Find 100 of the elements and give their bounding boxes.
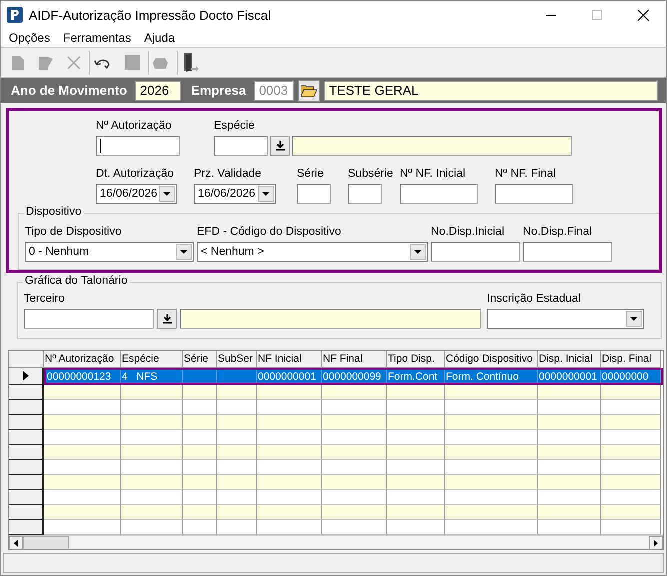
input-field[interactable]	[96, 136, 180, 156]
column-header[interactable]: Espécie	[121, 351, 183, 368]
caret-icon	[163, 192, 171, 196]
scroll-left-button[interactable]	[9, 536, 23, 549]
column-header[interactable]: NF Inicial	[257, 351, 322, 368]
description-field[interactable]	[180, 309, 481, 329]
field-label: Subsérie	[348, 168, 394, 182]
exit-door-icon[interactable]	[182, 52, 200, 74]
left-arrow-icon	[14, 540, 18, 546]
open-folder-button[interactable]	[298, 80, 320, 102]
table-cell	[601, 475, 661, 490]
input-field[interactable]	[400, 184, 478, 204]
field-label: Espécie	[214, 120, 256, 134]
year-field[interactable]: 2026	[135, 80, 182, 100]
dropdown[interactable]	[487, 309, 644, 329]
table-cell	[257, 415, 322, 430]
field-label: Nº Autorização	[96, 120, 173, 134]
input-field[interactable]	[24, 309, 154, 329]
row-header[interactable]	[9, 430, 44, 445]
field-label: Prz. Validade	[194, 168, 263, 182]
table-cell	[121, 385, 183, 400]
field-label: Ano de Movimento	[10, 83, 128, 98]
field-label: Terceiro	[24, 293, 66, 307]
table-cell	[538, 445, 601, 460]
dropdown[interactable]: < Nenhum >	[197, 242, 428, 262]
dropdown[interactable]: 16/06/2026	[96, 184, 177, 204]
table-cell	[601, 505, 661, 520]
scroll-right-button[interactable]	[649, 536, 663, 549]
field-label: Dt. Autorização	[96, 168, 175, 182]
input-field[interactable]	[523, 242, 612, 262]
caret-icon	[630, 317, 638, 321]
column-header[interactable]: SubSer	[217, 351, 257, 368]
column-header[interactable]: Série	[183, 351, 217, 368]
table-cell	[601, 445, 661, 460]
table-cell	[183, 415, 217, 430]
row-pointer-icon	[22, 371, 28, 381]
folder-icon	[301, 84, 318, 98]
menu-item[interactable]: Ajuda	[136, 31, 180, 45]
menu-item[interactable]: Ferramentas	[55, 31, 136, 45]
description-field[interactable]	[292, 136, 572, 156]
table-cell	[257, 385, 322, 400]
scrollbar-thumb[interactable]	[23, 536, 69, 549]
table-cell: 0000000001	[538, 370, 601, 383]
field-label: Nº NF. Inicial	[400, 168, 467, 182]
table-cell	[601, 415, 661, 430]
table-cell	[217, 505, 257, 520]
close-icon[interactable]	[638, 10, 648, 20]
company-name-field[interactable]: TESTE GERAL	[324, 80, 658, 100]
field-label: Tipo de Dispositivo	[25, 226, 123, 240]
table-cell: 00000000	[601, 370, 661, 383]
row-header[interactable]	[9, 490, 44, 505]
input-field[interactable]	[348, 184, 382, 204]
column-header[interactable]: Nº Autorização	[44, 351, 121, 368]
lookup-button[interactable]	[157, 309, 177, 329]
table-cell	[387, 445, 445, 460]
table-row[interactable]: 00000000123 4 NFS 0000000001 0000000099 Form.Cont Form. Contínuo 0000000001 00000000	[44, 368, 663, 385]
field-label: Empresa	[190, 83, 248, 98]
input-field[interactable]	[431, 242, 520, 262]
row-header[interactable]	[9, 505, 44, 520]
row-header[interactable]	[9, 415, 44, 430]
row-header[interactable]	[9, 460, 44, 475]
caret-icon	[180, 250, 188, 254]
input-field[interactable]	[214, 136, 268, 156]
field-label: No.Disp.Final	[523, 226, 594, 240]
row-header[interactable]	[9, 445, 44, 460]
table-cell	[257, 505, 322, 520]
input-field[interactable]	[495, 184, 573, 204]
column-header[interactable]: Código Dispositivo	[445, 351, 538, 368]
column-header[interactable]: NF Final	[322, 351, 387, 368]
table-cell	[183, 385, 217, 400]
table-cell	[322, 445, 387, 460]
table-cell	[183, 475, 217, 490]
table-cell	[322, 385, 387, 400]
group-title: Dispositivo	[24, 206, 84, 218]
minimize-icon[interactable]	[546, 14, 556, 16]
table-cell: 00000000123	[46, 370, 121, 383]
row-header	[9, 351, 44, 368]
table-cell	[322, 475, 387, 490]
column-header[interactable]: Disp. Final	[601, 351, 661, 368]
dropdown[interactable]: 0 - Nenhum	[25, 242, 194, 262]
row-header[interactable]	[9, 520, 44, 535]
table-cell	[217, 415, 257, 430]
table-cell: 0000000001	[257, 370, 322, 383]
field-label: Série	[297, 168, 325, 182]
row-header[interactable]	[9, 385, 44, 400]
table-cell	[183, 505, 217, 520]
row-header[interactable]	[9, 368, 44, 385]
table-cell	[257, 475, 322, 490]
input-field[interactable]	[297, 184, 331, 204]
column-header[interactable]: Disp. Inicial	[538, 351, 601, 368]
lookup-button[interactable]	[270, 136, 290, 156]
row-header[interactable]	[9, 475, 44, 490]
group-title: Gráfica do Talonário	[23, 275, 130, 287]
window-title: AIDF-Autorização Impressão Docto Fiscal	[29, 8, 272, 22]
table-cell	[538, 415, 601, 430]
download-icon	[162, 314, 172, 324]
menu-item[interactable]: Opções	[1, 31, 56, 45]
dropdown[interactable]: 16/06/2026	[194, 184, 276, 204]
column-header[interactable]: Tipo Disp.	[387, 351, 445, 368]
row-header[interactable]	[9, 400, 44, 415]
